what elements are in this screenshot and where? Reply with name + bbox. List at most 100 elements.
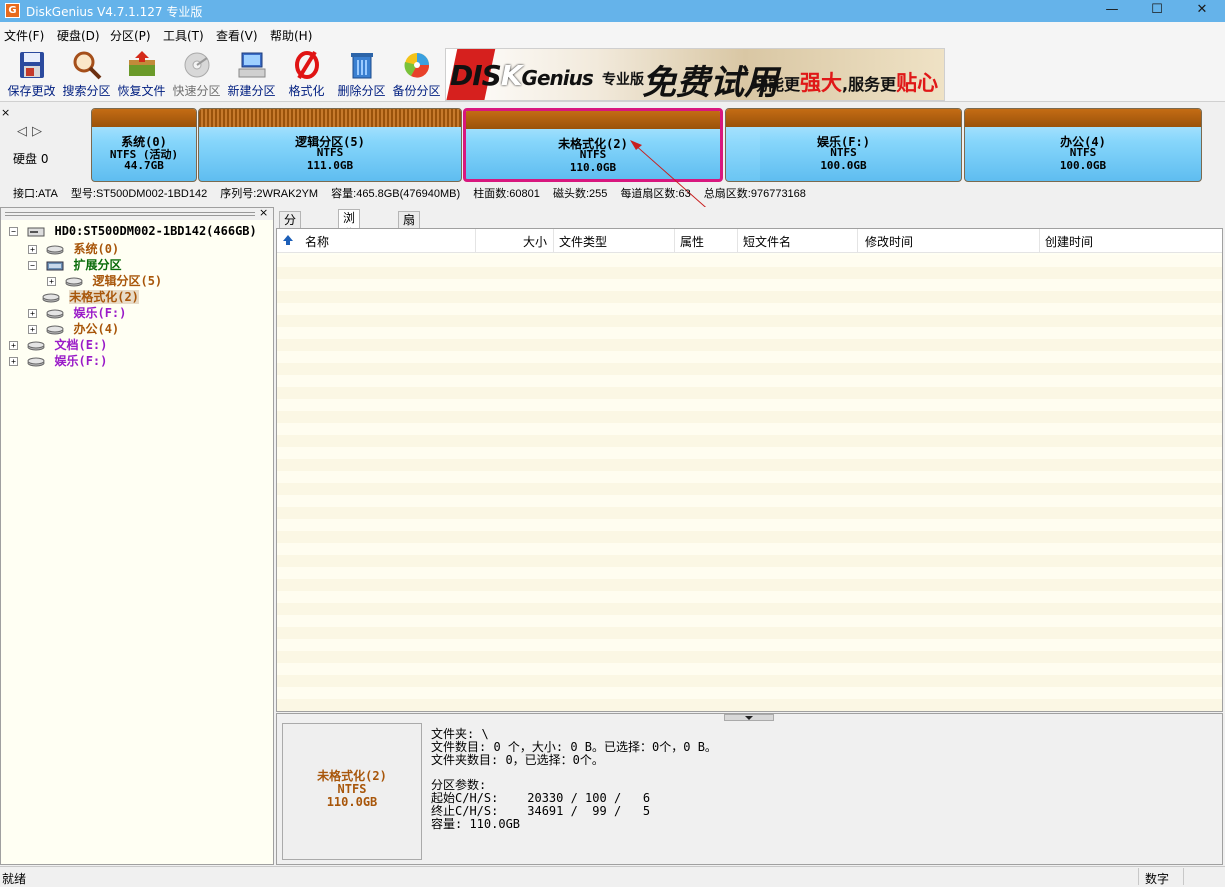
file-list-header: 名称 大小 文件类型 属性 短文件名 修改时间 创建时间 <box>277 229 1222 253</box>
content-panel: 分区参数 浏览文件 扇区编辑 名称 大小 文件类型 属性 短文件名 修改时间 创… <box>276 207 1225 865</box>
minimize-button[interactable]: — <box>1089 0 1135 22</box>
menu-help[interactable]: 帮助(H) <box>270 27 312 44</box>
search-partition-button[interactable]: 搜索分区 <box>59 50 114 100</box>
save-changes-label: 保存更改 <box>7 84 56 98</box>
menu-partition[interactable]: 分区(P) <box>110 27 151 44</box>
recover-icon <box>128 51 155 76</box>
column-divider[interactable] <box>553 229 554 253</box>
disk-cylinders: 柱面数:60801 <box>473 188 540 200</box>
col-file-type[interactable]: 文件类型 <box>559 233 607 250</box>
backup-partition-button[interactable]: 备份分区 <box>389 50 444 100</box>
window-title: DiskGenius V4.7.1.127 专业版 <box>26 5 203 19</box>
partition-fs: NTFS <box>830 146 857 159</box>
disk-info-line: 接口:ATA 型号:ST500DM002-1BD142 序列号:2WRAK2YM… <box>13 185 816 201</box>
partition-icon <box>46 245 64 254</box>
title-bar[interactable]: G DiskGenius V4.7.1.127 专业版 — ☐ ✕ <box>0 0 1225 22</box>
delete-icon <box>350 53 373 79</box>
tree-node-extended[interactable]: − 扩展分区 <box>28 256 121 272</box>
tree-node-office[interactable]: + 办公(4) <box>28 320 119 336</box>
tree-node-label: 办公(4) <box>73 322 120 336</box>
partition-block-system[interactable]: 系统(0) NTFS (活动) 44.7GB <box>91 108 197 182</box>
promo-banner[interactable]: DISKGenius 专业版 免费试用 功能更强大,服务更贴心 <box>445 48 945 101</box>
tree-node-logical[interactable]: + 逻辑分区(5) <box>47 272 162 288</box>
menu-disk[interactable]: 硬盘(D) <box>57 27 100 44</box>
partition-icon <box>46 309 64 318</box>
tree-node-hd0[interactable]: − HD0:ST500DM002-1BD142(466GB) <box>9 224 257 240</box>
col-created[interactable]: 创建时间 <box>1045 233 1093 250</box>
disk-map-panel: × ◁ ▷ 硬盘 0 系统(0) NTFS (活动) 44.7GB 逻辑分区(5… <box>0 103 1225 221</box>
tab-partition-params[interactable]: 分区参数 <box>279 211 302 275</box>
backup-icon <box>404 53 429 78</box>
new-partition-icon <box>238 52 265 78</box>
app-logo-icon: G <box>5 3 20 18</box>
maximize-button[interactable]: ☐ <box>1134 0 1180 22</box>
menu-view[interactable]: 查看(V) <box>216 27 258 44</box>
column-divider[interactable] <box>737 229 738 253</box>
partition-block-entertainment[interactable]: 娱乐(F:) NTFS 100.0GB <box>725 108 962 182</box>
partition-size: 44.7GB <box>124 159 164 172</box>
partition-usage-bar <box>92 109 196 127</box>
format-button[interactable]: 格式化 <box>279 50 334 100</box>
menu-tools[interactable]: 工具(T) <box>163 27 204 44</box>
expand-icon[interactable]: + <box>9 357 18 366</box>
up-folder-icon[interactable] <box>282 234 294 246</box>
delete-partition-label: 删除分区 <box>337 84 386 98</box>
tree-node-documents[interactable]: + 文档(E:) <box>9 336 107 352</box>
tree-node-label: 娱乐(F:) <box>54 354 108 368</box>
collapse-icon[interactable]: − <box>28 261 37 270</box>
recover-files-button[interactable]: 恢复文件 <box>114 50 169 100</box>
column-divider[interactable] <box>857 229 858 253</box>
disk-panel-close-icon[interactable]: × <box>1 106 10 119</box>
column-divider[interactable] <box>475 229 476 253</box>
tab-browse-files[interactable]: 浏览文件 <box>338 209 361 273</box>
expand-icon[interactable]: + <box>47 277 56 286</box>
menu-file[interactable]: 文件(F) <box>4 27 44 44</box>
col-modified[interactable]: 修改时间 <box>865 233 913 250</box>
tree-node-entertainment[interactable]: + 娱乐(F:) <box>28 304 126 320</box>
partition-block-office[interactable]: 办公(4) NTFS 100.0GB <box>964 108 1202 182</box>
expand-icon[interactable]: + <box>9 341 18 350</box>
details-panel: 未格式化(2) NTFS 110.0GB 文件夹: \ 文件数目: 0 个，大小… <box>276 713 1223 865</box>
tab-sector-editor[interactable]: 扇区编辑 <box>398 211 421 275</box>
search-partition-label: 搜索分区 <box>62 84 111 98</box>
disk-heads: 磁头数:255 <box>552 188 608 200</box>
partition-block-logical[interactable]: 逻辑分区(5) NTFS 111.0GB <box>198 108 462 182</box>
col-name[interactable]: 名称 <box>305 233 329 250</box>
save-icon <box>19 52 44 78</box>
partition-summary-box: 未格式化(2) NTFS 110.0GB <box>282 723 422 860</box>
partition-fs: NTFS <box>1069 146 1097 159</box>
partition-usage-bar <box>965 109 1201 127</box>
col-attributes[interactable]: 属性 <box>680 233 704 250</box>
close-button[interactable]: ✕ <box>1179 0 1225 22</box>
tree-close-icon[interactable]: × <box>259 206 268 219</box>
next-disk-icon[interactable]: ▷ <box>32 124 42 139</box>
expand-icon[interactable]: + <box>28 325 37 334</box>
prev-disk-icon[interactable]: ◁ <box>17 124 27 139</box>
col-size[interactable]: 大小 <box>523 233 547 250</box>
collapse-icon[interactable]: − <box>9 227 18 236</box>
panel-splitter-toggle[interactable] <box>724 714 774 721</box>
partition-size: 111.0GB <box>306 159 354 172</box>
tree-node-label: 系统(0) <box>73 242 120 256</box>
partition-size: 100.0GB <box>820 159 867 172</box>
column-divider[interactable] <box>1039 229 1040 253</box>
panel-grip[interactable] <box>5 212 255 216</box>
disk-tree-panel: × − HD0:ST500DM002-1BD142(466GB) + 系统(0)… <box>0 206 274 865</box>
quick-partition-button[interactable]: 快速分区 <box>169 50 224 100</box>
expand-icon[interactable]: + <box>28 309 37 318</box>
status-text: 就绪 <box>2 872 27 886</box>
backup-partition-label: 备份分区 <box>392 84 441 98</box>
extended-partition-icon <box>46 261 64 270</box>
expand-icon[interactable]: + <box>28 245 37 254</box>
col-short-name[interactable]: 短文件名 <box>743 233 791 250</box>
banner-slogan: 功能更强大,服务更贴心 <box>752 71 939 95</box>
save-changes-button[interactable]: 保存更改 <box>4 50 59 100</box>
new-partition-button[interactable]: 新建分区 <box>224 50 279 100</box>
tree-node-system[interactable]: + 系统(0) <box>28 240 119 256</box>
file-list[interactable]: 名称 大小 文件类型 属性 短文件名 修改时间 创建时间 <box>276 228 1223 712</box>
delete-partition-button[interactable]: 删除分区 <box>334 50 389 100</box>
banner-edition: 专业版 <box>602 72 644 88</box>
tree-node-unformatted[interactable]: 未格式化(2) <box>40 288 139 304</box>
column-divider[interactable] <box>674 229 675 253</box>
tree-node-entertainment-2[interactable]: + 娱乐(F:) <box>9 352 107 368</box>
